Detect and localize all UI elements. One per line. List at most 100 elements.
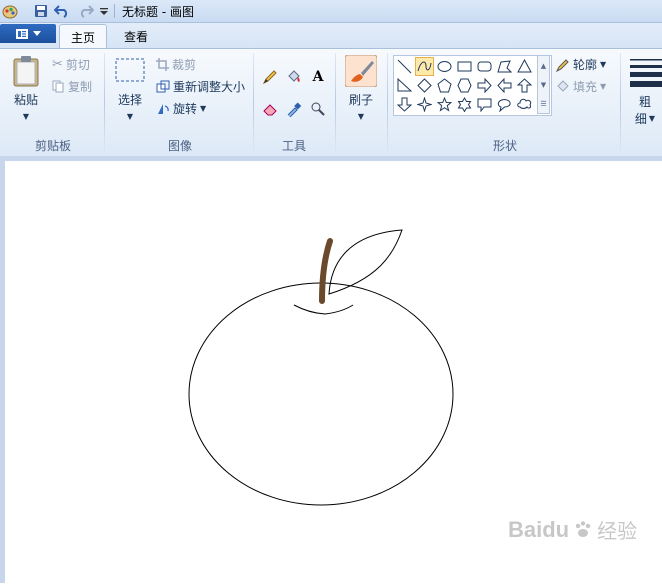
brushes-label: 刷子: [348, 93, 373, 107]
magnifier-icon[interactable]: [308, 99, 328, 119]
rotate-icon: [158, 104, 169, 114]
right-arrow-shape-icon[interactable]: [475, 76, 494, 95]
brushes-button[interactable]: 刷子 ▼: [342, 55, 380, 121]
fill-bucket-icon[interactable]: [284, 67, 304, 87]
pentagon-shape-icon[interactable]: [435, 76, 454, 95]
watermark-brand: Baidu: [508, 516, 570, 542]
redo-icon[interactable]: [77, 3, 95, 19]
chevron-down-icon: ▼: [22, 112, 30, 121]
chevron-down-icon: [33, 30, 41, 36]
four-point-star-icon[interactable]: [415, 95, 434, 114]
paste-label: 粘贴: [13, 93, 38, 107]
size-label-line2: 细: [634, 112, 647, 126]
six-point-star-icon[interactable]: [455, 95, 474, 114]
polygon-shape-icon[interactable]: [495, 57, 514, 76]
resize-button[interactable]: 重新调整大小: [156, 78, 245, 95]
line-thickness-icon: [630, 59, 662, 87]
outline-button[interactable]: 轮廓 ▼: [556, 56, 606, 73]
left-arrow-shape-icon[interactable]: [495, 76, 514, 95]
scissors-icon: ✂: [52, 57, 63, 72]
group-divider: [104, 53, 105, 153]
title-separator: [114, 4, 115, 18]
down-arrow-shape-icon[interactable]: [395, 95, 414, 114]
cut-label: 剪切: [65, 58, 90, 72]
app-menu-button[interactable]: [0, 24, 56, 43]
cloud-callout-icon[interactable]: [515, 95, 534, 114]
diamond-shape-icon[interactable]: [415, 76, 434, 95]
hexagon-shape-icon[interactable]: [455, 76, 474, 95]
tab-view[interactable]: 查看: [113, 24, 159, 48]
select-button[interactable]: 选择 ▼: [111, 57, 149, 121]
size-button[interactable]: 粗 细 ▼: [627, 57, 662, 127]
line-shape-icon[interactable]: [395, 57, 414, 76]
group-divider: [387, 53, 388, 153]
paw-logo-icon: [575, 520, 591, 537]
outline-label: 轮廓: [573, 58, 598, 72]
gallery-expand-icon[interactable]: ☰: [540, 100, 546, 108]
curve-shape-icon[interactable]: [415, 57, 434, 76]
clipboard-icon: [13, 56, 39, 87]
copy-icon: [52, 80, 64, 93]
ribbon: 粘贴 ▼ ✂ 剪切 复制 剪贴板 选择 ▼ 裁剪 重新调整大小 旋转 ▼ 图像 …: [0, 48, 662, 157]
up-arrow-shape-icon[interactable]: [515, 76, 534, 95]
baidu-watermark: Baidu 经验: [508, 515, 637, 544]
window-title: 无标题 - 画图: [122, 5, 194, 19]
select-label: 选择: [117, 93, 142, 107]
outline-pencil-icon: [556, 58, 569, 72]
paint-app-icon[interactable]: [2, 3, 18, 19]
fill-button[interactable]: 填充 ▼: [556, 78, 606, 95]
text-tool-icon[interactable]: A: [308, 67, 328, 87]
save-icon[interactable]: [33, 3, 49, 19]
chevron-down-icon: ▼: [126, 112, 134, 121]
eraser-icon[interactable]: [260, 99, 280, 119]
image-group-label: 图像: [167, 139, 192, 153]
watermark-text: 经验: [597, 519, 638, 543]
resize-label: 重新调整大小: [173, 80, 246, 94]
title-bar: 无标题 - 画图: [0, 0, 662, 23]
fill-label: 填充: [573, 80, 598, 94]
resize-icon: [156, 80, 170, 93]
pencil-icon[interactable]: [260, 67, 280, 87]
crop-button[interactable]: 裁剪: [156, 56, 196, 73]
undo-icon[interactable]: [53, 3, 71, 19]
menu-icon: [16, 28, 28, 39]
clipboard-group-label: 剪贴板: [34, 139, 71, 153]
fill-bucket-icon: [557, 79, 569, 92]
scroll-up-icon[interactable]: ▲: [541, 62, 546, 70]
paste-button[interactable]: 粘贴 ▼: [8, 55, 44, 121]
chevron-down-icon: ▼: [357, 112, 365, 121]
rotate-button[interactable]: 旋转 ▼: [156, 100, 206, 117]
rectangular-callout-icon[interactable]: [475, 95, 494, 114]
chevron-down-icon: ▼: [600, 60, 607, 69]
five-point-star-icon[interactable]: [435, 95, 454, 114]
right-triangle-shape-icon[interactable]: [395, 76, 414, 95]
crop-label: 裁剪: [172, 58, 197, 72]
quick-access-dropdown-icon[interactable]: [98, 3, 110, 19]
chevron-down-icon: ▼: [200, 104, 207, 113]
group-divider: [335, 53, 336, 153]
crop-icon: [156, 58, 169, 71]
apple-body: [188, 282, 454, 506]
shapes-gallery: [393, 55, 552, 116]
copy-label: 复制: [68, 80, 93, 94]
size-label-line1: 粗: [638, 95, 651, 109]
scroll-down-icon[interactable]: ▼: [541, 81, 546, 89]
chevron-down-icon: ▼: [600, 82, 607, 91]
color-picker-icon[interactable]: [284, 99, 304, 119]
apple-top-dimple: [293, 304, 354, 315]
triangle-shape-icon[interactable]: [515, 57, 534, 76]
rotate-label: 旋转: [173, 102, 198, 116]
tab-home[interactable]: 主页: [59, 24, 107, 49]
tools-group-label: 工具: [281, 139, 306, 153]
cut-button[interactable]: ✂ 剪切: [52, 56, 90, 73]
group-divider: [253, 53, 254, 153]
rounded-rectangle-shape-icon[interactable]: [475, 57, 494, 76]
oval-callout-icon[interactable]: [495, 95, 514, 114]
rectangle-shape-icon[interactable]: [455, 57, 474, 76]
shapes-gallery-scrollbar[interactable]: ▲ ▼ ☰: [537, 55, 550, 114]
brush-icon: [345, 55, 377, 87]
select-rectangle-icon: [115, 58, 145, 82]
oval-shape-icon[interactable]: [435, 57, 454, 76]
chevron-down-icon: ▼: [648, 114, 656, 123]
copy-button[interactable]: 复制: [52, 78, 92, 95]
